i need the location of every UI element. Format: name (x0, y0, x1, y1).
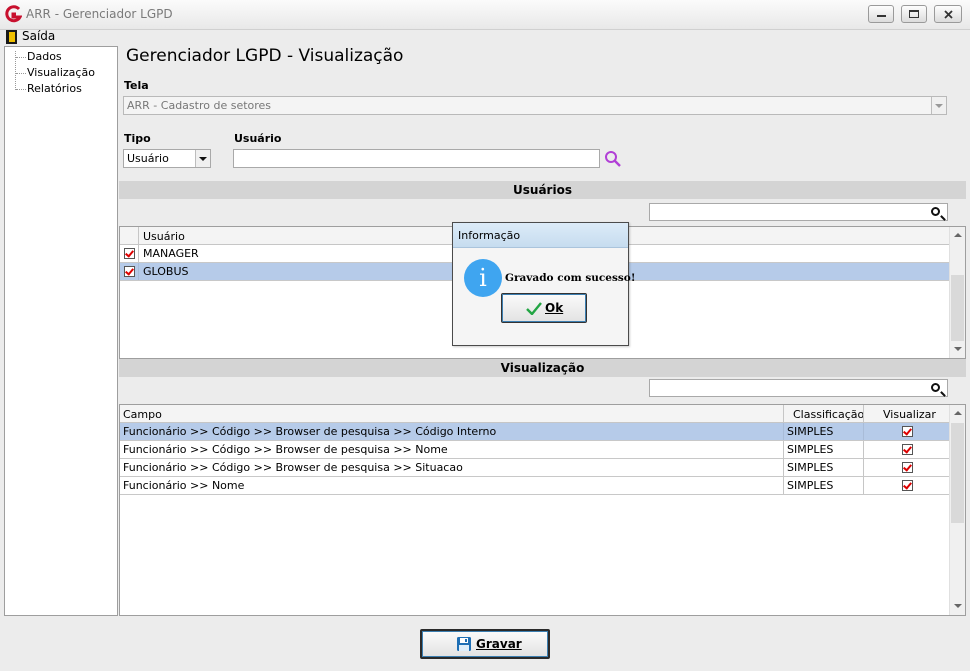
dialog-title: Informação (458, 229, 521, 242)
classificacao-cell: SIMPLES (787, 461, 834, 474)
classificacao-cell: SIMPLES (787, 479, 834, 492)
usuario-label: Usuário (234, 132, 282, 145)
checkmark-icon (526, 302, 542, 315)
view-grid: Campo Classificação Visualizar Funcionár… (119, 404, 966, 616)
visualizar-column-header[interactable]: Visualizar (883, 408, 936, 421)
ok-button[interactable]: Ok (501, 293, 587, 323)
column-divider (863, 441, 864, 458)
info-dialog: Informação i Gravado com sucesso! Ok (452, 222, 635, 346)
tela-value: ARR - Cadastro de setores (127, 99, 272, 112)
tipo-dropdown-button[interactable] (195, 150, 210, 167)
tipo-select[interactable]: Usuário (123, 149, 211, 168)
info-icon: i (464, 259, 502, 297)
tree-branch (16, 89, 26, 90)
exit-door-icon (6, 30, 17, 44)
sidebar-item-dados[interactable]: Dados (27, 50, 62, 63)
campo-cell: Funcionário >> Código >> Browser de pesq… (123, 425, 497, 438)
menu-exit[interactable]: Saída (22, 29, 55, 43)
app-logo-icon (4, 5, 23, 23)
column-divider (783, 459, 784, 476)
table-row[interactable]: Funcionário >> Código >> Browser de pesq… (120, 441, 949, 459)
visualizar-checkbox[interactable] (902, 444, 913, 455)
chevron-down-icon (199, 157, 207, 161)
usuario-input[interactable] (233, 149, 600, 168)
title-bar: ARR - Gerenciador LGPD (0, 0, 970, 30)
users-search-input[interactable] (649, 203, 948, 221)
dialog-message: Gravado com sucesso! (505, 272, 636, 284)
visualizar-checkbox[interactable] (902, 426, 913, 437)
table-row[interactable]: Funcionário >> Nome SIMPLES (120, 477, 949, 495)
users-section-header: Usuários (119, 181, 966, 199)
sidebar-item-relatorios[interactable]: Relatórios (27, 82, 82, 95)
tipo-value: Usuário (127, 152, 169, 165)
chevron-down-icon (935, 104, 943, 108)
column-divider (783, 441, 784, 458)
column-divider (783, 477, 784, 494)
column-divider (138, 263, 139, 280)
restore-icon (909, 10, 919, 18)
user-name: MANAGER (143, 247, 199, 260)
minimize-icon (877, 15, 886, 17)
campo-cell: Funcionário >> Nome (123, 479, 245, 492)
column-divider (863, 477, 864, 494)
column-divider (783, 405, 784, 423)
save-button-label: Gravar (476, 637, 522, 651)
user-name: GLOBUS (143, 265, 189, 278)
table-row-selected[interactable]: Funcionário >> Código >> Browser de pesq… (120, 423, 949, 441)
column-divider (863, 459, 864, 476)
campo-column-header[interactable]: Campo (123, 408, 162, 421)
column-divider (863, 423, 864, 440)
sidebar-item-visualizacao[interactable]: Visualização (27, 66, 95, 79)
search-icon (605, 151, 621, 167)
restore-button[interactable] (901, 5, 927, 23)
tree-branch (16, 73, 26, 74)
classificacao-column-header[interactable]: Classificação (793, 408, 864, 421)
sidebar-tree: Dados Visualização Relatórios (4, 46, 118, 616)
scroll-up-icon[interactable] (954, 411, 962, 415)
view-section-header: Visualização (119, 359, 966, 377)
scroll-thumb[interactable] (951, 275, 964, 341)
tela-select[interactable]: ARR - Cadastro de setores (123, 96, 947, 115)
save-button[interactable]: Gravar (420, 629, 550, 659)
close-button[interactable] (934, 5, 962, 23)
table-row[interactable]: Funcionário >> Código >> Browser de pesq… (120, 459, 949, 477)
column-divider (138, 245, 139, 262)
window-title: ARR - Gerenciador LGPD (26, 7, 173, 21)
column-divider (863, 405, 864, 423)
floppy-disk-icon (457, 637, 471, 651)
tipo-label: Tipo (124, 132, 151, 145)
users-column-header[interactable]: Usuário (143, 230, 185, 243)
usuario-search-button[interactable] (604, 150, 622, 168)
menu-bar (0, 29, 970, 45)
search-icon[interactable] (931, 207, 940, 216)
close-icon (944, 10, 953, 19)
column-divider (783, 423, 784, 440)
classificacao-cell: SIMPLES (787, 443, 834, 456)
users-scrollbar[interactable] (949, 227, 965, 358)
scroll-up-icon[interactable] (954, 233, 962, 237)
visualizar-checkbox[interactable] (902, 462, 913, 473)
view-search-input[interactable] (649, 379, 948, 397)
view-grid-header: Campo Classificação Visualizar (120, 405, 949, 423)
scroll-down-icon[interactable] (954, 604, 962, 608)
page-title: Gerenciador LGPD - Visualização (126, 46, 404, 66)
view-scrollbar[interactable] (949, 405, 965, 615)
minimize-button[interactable] (868, 5, 894, 23)
tela-dropdown-button[interactable] (931, 97, 946, 114)
search-icon[interactable] (931, 383, 940, 392)
classificacao-cell: SIMPLES (787, 425, 834, 438)
scroll-down-icon[interactable] (954, 347, 962, 351)
dialog-title-bar: Informação (453, 223, 628, 248)
ok-button-label: Ok (545, 301, 564, 315)
tree-branch (16, 57, 26, 58)
visualizar-checkbox[interactable] (902, 480, 913, 491)
campo-cell: Funcionário >> Código >> Browser de pesq… (123, 443, 448, 456)
user-checkbox[interactable] (124, 248, 135, 259)
campo-cell: Funcionário >> Código >> Browser de pesq… (123, 461, 463, 474)
tela-label: Tela (124, 79, 149, 92)
user-checkbox[interactable] (124, 266, 135, 277)
column-divider (138, 227, 139, 245)
info-icon-glyph: i (479, 264, 487, 292)
scroll-thumb[interactable] (951, 423, 964, 523)
